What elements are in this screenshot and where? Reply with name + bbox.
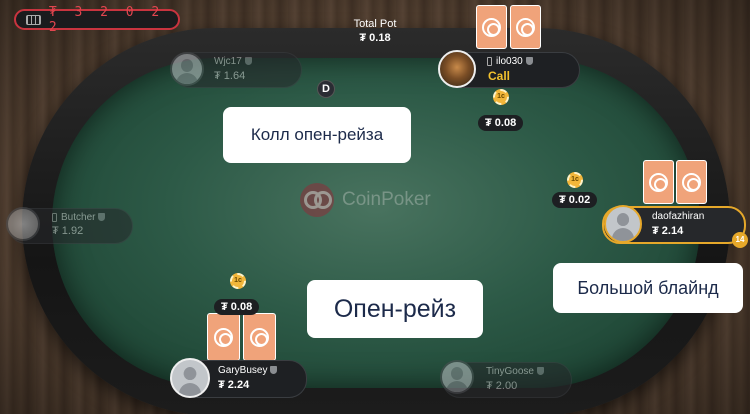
total-pot-amount: ₮ 0.18 <box>359 32 391 44</box>
player-name: GaryBusey <box>218 365 278 376</box>
avatar <box>604 205 642 243</box>
player-action: Call <box>488 69 511 83</box>
player-stack: ₮ 2.00 <box>486 380 518 392</box>
dealer-button: D <box>317 80 335 98</box>
card-back-logo-icon <box>482 17 501 37</box>
annotation-call-open-raise: Колл опен-рейза <box>223 107 411 163</box>
hole-card <box>676 160 707 204</box>
hand-history-button[interactable]: ₮ 3 2 0 2 2 <box>14 5 180 35</box>
shield-icon <box>525 57 533 66</box>
player-stack: ₮ 2.24 <box>218 379 250 391</box>
card-back-logo-icon <box>250 327 269 347</box>
coinpoker-logo: CoinPoker <box>300 180 460 220</box>
phone-icon <box>52 212 57 222</box>
avatar <box>438 50 476 88</box>
total-pot: Total Pot ₮ 0.18 <box>335 18 415 44</box>
hole-card <box>510 5 541 49</box>
avatar <box>440 360 474 394</box>
card-back-logo-icon <box>649 172 668 192</box>
chip-icon: 1c <box>493 89 509 105</box>
card-back-logo-icon <box>516 17 535 37</box>
coinpoker-logo-text: CoinPoker <box>342 189 431 210</box>
total-pot-label: Total Pot <box>353 18 397 30</box>
player-stack: ₮ 1.92 <box>52 225 84 237</box>
avatar <box>6 207 40 241</box>
player-name: TinyGoose <box>486 366 544 377</box>
player-name: Wjc17 <box>214 56 252 67</box>
coinpoker-logo-icon <box>300 183 334 217</box>
shield-icon <box>270 366 278 375</box>
bet-amount-ilo030: ₮ 0.08 <box>478 115 524 131</box>
timebank-badge: 14 <box>732 232 748 248</box>
chip-icon: 1c <box>230 273 246 289</box>
shield-icon <box>244 57 252 66</box>
hole-card <box>207 313 240 361</box>
history-icon <box>26 14 41 25</box>
player-name: daofazhiran <box>652 211 705 222</box>
hole-card <box>243 313 276 361</box>
chip-icon: 1c <box>567 172 583 188</box>
avatar <box>170 52 204 86</box>
avatar <box>170 358 210 398</box>
phone-icon <box>487 56 492 66</box>
card-back-logo-icon <box>682 172 701 192</box>
history-value: ₮ 3 2 0 2 2 <box>48 4 165 35</box>
bet-amount-daofazhiran: ₮ 0.02 <box>552 192 598 208</box>
player-stack: ₮ 2.14 <box>652 225 684 237</box>
annotation-open-raise: Опен-рейз <box>307 280 483 338</box>
card-back-logo-icon <box>214 327 233 347</box>
hole-card <box>643 160 674 204</box>
hole-card <box>476 5 507 49</box>
player-name: ilo030 <box>487 56 533 67</box>
bet-amount-garybusey: ₮ 0.08 <box>214 299 260 315</box>
annotation-big-blind: Большой блайнд <box>553 263 743 313</box>
shield-icon <box>536 367 544 376</box>
shield-icon <box>98 213 106 222</box>
player-name: Butcher <box>52 212 106 223</box>
player-stack: ₮ 1.64 <box>214 70 246 82</box>
